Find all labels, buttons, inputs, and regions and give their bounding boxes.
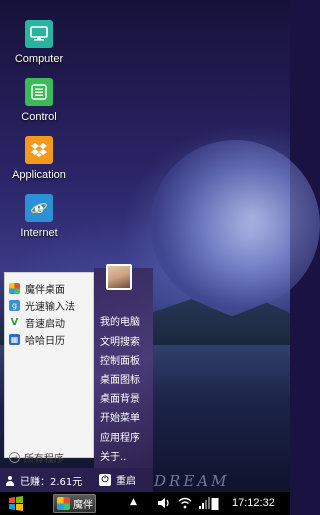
- volume-icon[interactable]: [157, 497, 171, 512]
- taskbar-app-label: 魔伴: [73, 500, 93, 511]
- pinwheel-icon: [9, 282, 20, 294]
- restart-button[interactable]: ⏻ 重启: [99, 472, 136, 487]
- taskbar-app-moban[interactable]: 魔伴: [53, 494, 96, 513]
- restart-label: 重启: [116, 476, 136, 487]
- desktop-icon-label: Control: [21, 111, 57, 123]
- svg-text:e: e: [34, 199, 44, 217]
- taskbar: 魔伴 ▲ 17:12:32: [0, 492, 290, 515]
- start-menu: 魔伴桌面 g 光速输入法 V 音速启动 ▦ 哈哈日历 → 所有程序 我的电脑 文…: [0, 264, 153, 492]
- menu-item-label: 魔伴桌面: [25, 284, 65, 296]
- credits-display: 已赚：2.61元: [6, 473, 82, 488]
- v-icon: V: [9, 316, 20, 328]
- credits-text: 已赚：2.61元: [20, 477, 83, 488]
- menu-item-haha-calendar[interactable]: ▦ 哈哈日历: [9, 331, 65, 347]
- keyboard-g-icon: g: [9, 299, 20, 311]
- desktop-icon-application[interactable]: Application: [0, 136, 80, 181]
- calendar-icon: ▦: [9, 333, 20, 345]
- avatar[interactable]: [106, 264, 132, 290]
- battery-icon: [211, 497, 219, 514]
- start-button[interactable]: [8, 496, 24, 511]
- start-menu-system-panel: 我的电脑 文明搜索 控制面板 桌面图标 桌面背景 开始菜单 应用程序 关于..: [94, 264, 153, 492]
- all-programs-label: 所有程序: [24, 454, 64, 465]
- menu-item-yinsu-launcher[interactable]: V 音速启动: [9, 314, 65, 330]
- menu-item-mobanzhuomian[interactable]: 魔伴桌面: [9, 280, 65, 296]
- all-programs-button[interactable]: → 所有程序: [9, 450, 64, 465]
- menu-link-search[interactable]: 文明搜索: [100, 333, 140, 348]
- menu-link-control-panel[interactable]: 控制面板: [100, 352, 140, 367]
- menu-link-start-menu[interactable]: 开始菜单: [100, 409, 140, 424]
- menu-link-about[interactable]: 关于..: [100, 448, 126, 463]
- desktop-icon-label: Internet: [20, 227, 58, 239]
- menu-item-label: 音速启动: [25, 318, 65, 330]
- power-icon: ⏻: [99, 473, 111, 486]
- menu-item-guangsu-input[interactable]: g 光速输入法: [9, 297, 75, 313]
- menu-link-my-computer[interactable]: 我的电脑: [100, 313, 140, 328]
- signal-icon: [199, 497, 211, 512]
- windows-logo-icon: [9, 496, 23, 511]
- desktop-icon-control[interactable]: Control: [0, 78, 80, 123]
- menu-link-applications[interactable]: 应用程序: [100, 429, 140, 444]
- wallpaper-watermark: DREAM: [154, 472, 230, 490]
- dropbox-icon: [25, 136, 53, 164]
- desktop-icon-internet[interactable]: e Internet: [0, 194, 80, 239]
- start-menu-footer: 已赚：2.61元 ⏻ 重启: [0, 468, 153, 492]
- menu-link-desktop-background[interactable]: 桌面背景: [100, 390, 140, 405]
- start-menu-programs-panel: 魔伴桌面 g 光速输入法 V 音速启动 ▦ 哈哈日历 → 所有程序: [4, 272, 94, 465]
- list-icon: [25, 78, 53, 106]
- pinwheel-icon: [57, 497, 70, 510]
- desktop-icon-label: Computer: [14, 53, 64, 65]
- wifi-icon[interactable]: [178, 497, 192, 512]
- arrow-right-icon: →: [9, 452, 20, 463]
- taskbar-clock[interactable]: 17:12:32: [232, 497, 275, 509]
- menu-link-desktop-icons[interactable]: 桌面图标: [100, 371, 140, 386]
- monitor-icon: [25, 20, 53, 48]
- tray-expand-arrow-icon[interactable]: ▲: [130, 497, 137, 507]
- desktop-icon-computer[interactable]: Computer: [0, 20, 80, 65]
- wallpaper-planet: [150, 140, 320, 310]
- user-icon: [6, 475, 14, 486]
- menu-item-label: 哈哈日历: [25, 335, 65, 347]
- menu-item-label: 光速输入法: [25, 301, 75, 313]
- internet-explorer-icon: e: [25, 194, 53, 222]
- desktop-icon-label: Application: [12, 169, 66, 181]
